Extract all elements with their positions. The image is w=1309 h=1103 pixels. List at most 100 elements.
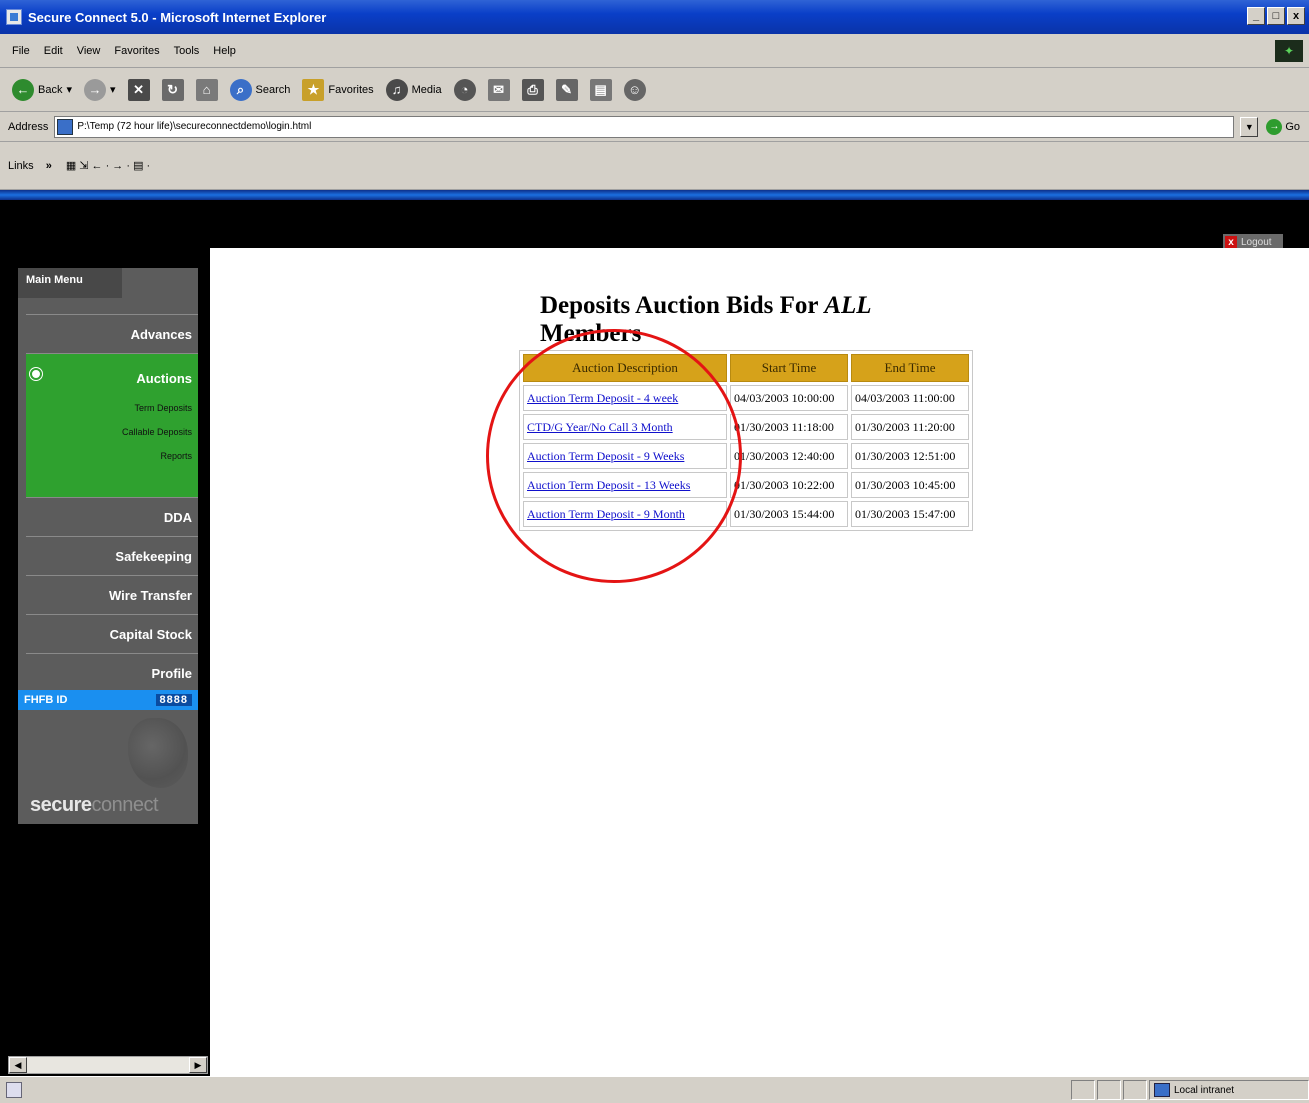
status-panes: Local intranet xyxy=(1069,1080,1309,1100)
nav-item-capital-stock[interactable]: Capital Stock xyxy=(26,614,198,653)
logout-label: Logout xyxy=(1241,236,1272,248)
end-time-cell: 01/30/2003 12:51:00 xyxy=(851,443,969,469)
auction-link[interactable]: Auction Term Deposit - 13 Weeks xyxy=(527,478,690,492)
description-cell: Auction Term Deposit - 13 Weeks xyxy=(523,472,727,498)
fhfb-id-bar: FHFB ID 8888 xyxy=(18,690,198,710)
window-title: Secure Connect 5.0 - Microsoft Internet … xyxy=(28,9,327,25)
links-chevron-icon[interactable]: » xyxy=(46,160,52,172)
menu-favorites[interactable]: Favorites xyxy=(114,45,159,57)
forward-button[interactable]: → ▾ xyxy=(84,78,116,101)
start-time-cell: 04/03/2003 10:00:00 xyxy=(730,385,848,411)
media-icon: ♫ xyxy=(385,78,408,101)
stop-button[interactable]: ✕ xyxy=(127,78,150,101)
nav-item-dda[interactable]: DDA xyxy=(26,497,198,536)
mail-icon: ✉ xyxy=(487,78,510,101)
history-button[interactable]: ◔ xyxy=(453,78,476,101)
scroll-track[interactable] xyxy=(27,1057,189,1073)
address-dropdown-button[interactable]: ▼ xyxy=(1240,116,1259,137)
auction-link[interactable]: Auction Term Deposit - 4 week xyxy=(527,391,678,405)
edit-icon: ✎ xyxy=(555,78,578,101)
logo-emblem-icon xyxy=(128,718,188,788)
menu-edit[interactable]: Edit xyxy=(44,45,63,57)
mail-button[interactable]: ✉ xyxy=(487,78,510,101)
go-label: Go xyxy=(1285,120,1301,133)
dropdown-icon: ▾ xyxy=(66,84,72,96)
address-value: P:\Temp (72 hour life)\secureconnectdemo… xyxy=(77,121,312,132)
print-button[interactable]: ⎙ xyxy=(521,78,544,101)
links-label[interactable]: Links xyxy=(8,160,34,172)
menu-help[interactable]: Help xyxy=(213,45,236,57)
page-status-icon xyxy=(6,1082,22,1098)
nav-item-advances[interactable]: Advances xyxy=(26,314,198,353)
back-button[interactable]: ← Back ▾ xyxy=(12,78,72,101)
stop-icon: ✕ xyxy=(127,78,150,101)
table-row: CTD/G Year/No Call 3 Month 01/30/2003 11… xyxy=(523,414,969,440)
nav-item-wire-transfer[interactable]: Wire Transfer xyxy=(26,575,198,614)
main-menu-sidebar: Main Menu Advances Auctions Term Deposit… xyxy=(18,268,198,824)
go-button[interactable]: → Go xyxy=(1266,118,1301,135)
toolbar: ← Back ▾ → ▾ ✕ ↻ ⌂ ⌕ Search ★ Favorites … xyxy=(0,68,1309,112)
menu-bar: File Edit View Favorites Tools Help ✦ xyxy=(0,34,1309,68)
logo-text-connect: connect xyxy=(91,794,159,816)
close-button[interactable]: x xyxy=(1287,7,1305,25)
address-input[interactable]: P:\Temp (72 hour life)\secureconnectdemo… xyxy=(54,115,1235,138)
status-bar: Local intranet xyxy=(0,1076,1309,1103)
logo-text-secure: secure xyxy=(30,794,92,816)
header-auction-description: Auction Description xyxy=(523,354,727,382)
table-header-row: Auction Description Start Time End Time xyxy=(523,354,969,382)
back-label: Back xyxy=(38,83,63,96)
scroll-right-icon[interactable]: ▶ xyxy=(189,1057,207,1073)
start-time-cell: 01/30/2003 10:22:00 xyxy=(730,472,848,498)
auction-link[interactable]: CTD/G Year/No Call 3 Month xyxy=(527,420,673,434)
header-end-time: End Time xyxy=(851,354,969,382)
links-bar: Links » ▦ ⇲ ← · → · ▤ · xyxy=(0,142,1309,190)
dropdown-icon: ▾ xyxy=(110,84,116,96)
menu-tools[interactable]: Tools xyxy=(174,45,200,57)
search-button[interactable]: ⌕ Search xyxy=(229,78,290,101)
media-button[interactable]: ♫ Media xyxy=(385,78,442,101)
page-icon xyxy=(57,118,74,135)
menu-file[interactable]: File xyxy=(12,45,30,57)
horizontal-scrollbar[interactable]: ◀ ▶ xyxy=(8,1056,208,1074)
messenger-icon: ☺ xyxy=(623,78,646,101)
discuss-icon: ▤ xyxy=(589,78,612,101)
refresh-button[interactable]: ↻ xyxy=(161,78,184,101)
address-bar: Address P:\Temp (72 hour life)\securecon… xyxy=(0,112,1309,142)
auction-link[interactable]: Auction Term Deposit - 9 Weeks xyxy=(527,449,684,463)
sub-item-reports[interactable]: Reports xyxy=(26,444,198,468)
nav-item-safekeeping[interactable]: Safekeeping xyxy=(26,536,198,575)
nav-item-auctions[interactable]: Auctions Term Deposits Callable Deposits… xyxy=(26,353,198,497)
auction-link[interactable]: Auction Term Deposit - 9 Month xyxy=(527,507,685,521)
menu-view[interactable]: View xyxy=(77,45,101,57)
end-time-cell: 01/30/2003 11:20:00 xyxy=(851,414,969,440)
scroll-left-icon[interactable]: ◀ xyxy=(9,1057,27,1073)
end-time-cell: 01/30/2003 10:45:00 xyxy=(851,472,969,498)
nav-label: Auctions xyxy=(136,370,192,386)
nav-label: Safekeeping xyxy=(115,548,192,564)
home-button[interactable]: ⌂ xyxy=(195,78,218,101)
sub-item-term-deposits[interactable]: Term Deposits xyxy=(26,396,198,420)
table-row: Auction Term Deposit - 9 Weeks 01/30/200… xyxy=(523,443,969,469)
maximize-button[interactable]: □ xyxy=(1267,7,1285,25)
end-time-cell: 04/03/2003 11:00:00 xyxy=(851,385,969,411)
nav-item-profile[interactable]: Profile xyxy=(26,653,198,692)
title-suffix: Members xyxy=(540,320,642,347)
favorites-button[interactable]: ★ Favorites xyxy=(302,78,374,101)
edit-button[interactable]: ✎ xyxy=(555,78,578,101)
start-time-cell: 01/30/2003 15:44:00 xyxy=(730,501,848,527)
minimize-button[interactable]: _ xyxy=(1247,7,1265,25)
nav-label: Capital Stock xyxy=(109,626,192,642)
nav-list: Advances Auctions Term Deposits Callable… xyxy=(18,314,198,692)
nav-label: Wire Transfer xyxy=(109,587,192,603)
description-cell: Auction Term Deposit - 9 Month xyxy=(523,501,727,527)
sub-item-callable-deposits[interactable]: Callable Deposits xyxy=(26,420,198,444)
windows-logo-icon: ✦ xyxy=(1275,40,1303,62)
page-content: x Logout Main Menu Advances Auctions Ter… xyxy=(0,200,1309,1076)
messenger-button[interactable]: ☺ xyxy=(623,78,646,101)
status-pane xyxy=(1097,1080,1121,1100)
main-menu-tab: Main Menu xyxy=(18,268,122,298)
title-emphasis: ALL xyxy=(824,292,872,319)
home-icon: ⌂ xyxy=(195,78,218,101)
toolbar-extra-icon[interactable]: ▦ ⇲ ← · → · ▤ · xyxy=(66,159,150,172)
discuss-button[interactable]: ▤ xyxy=(589,78,612,101)
